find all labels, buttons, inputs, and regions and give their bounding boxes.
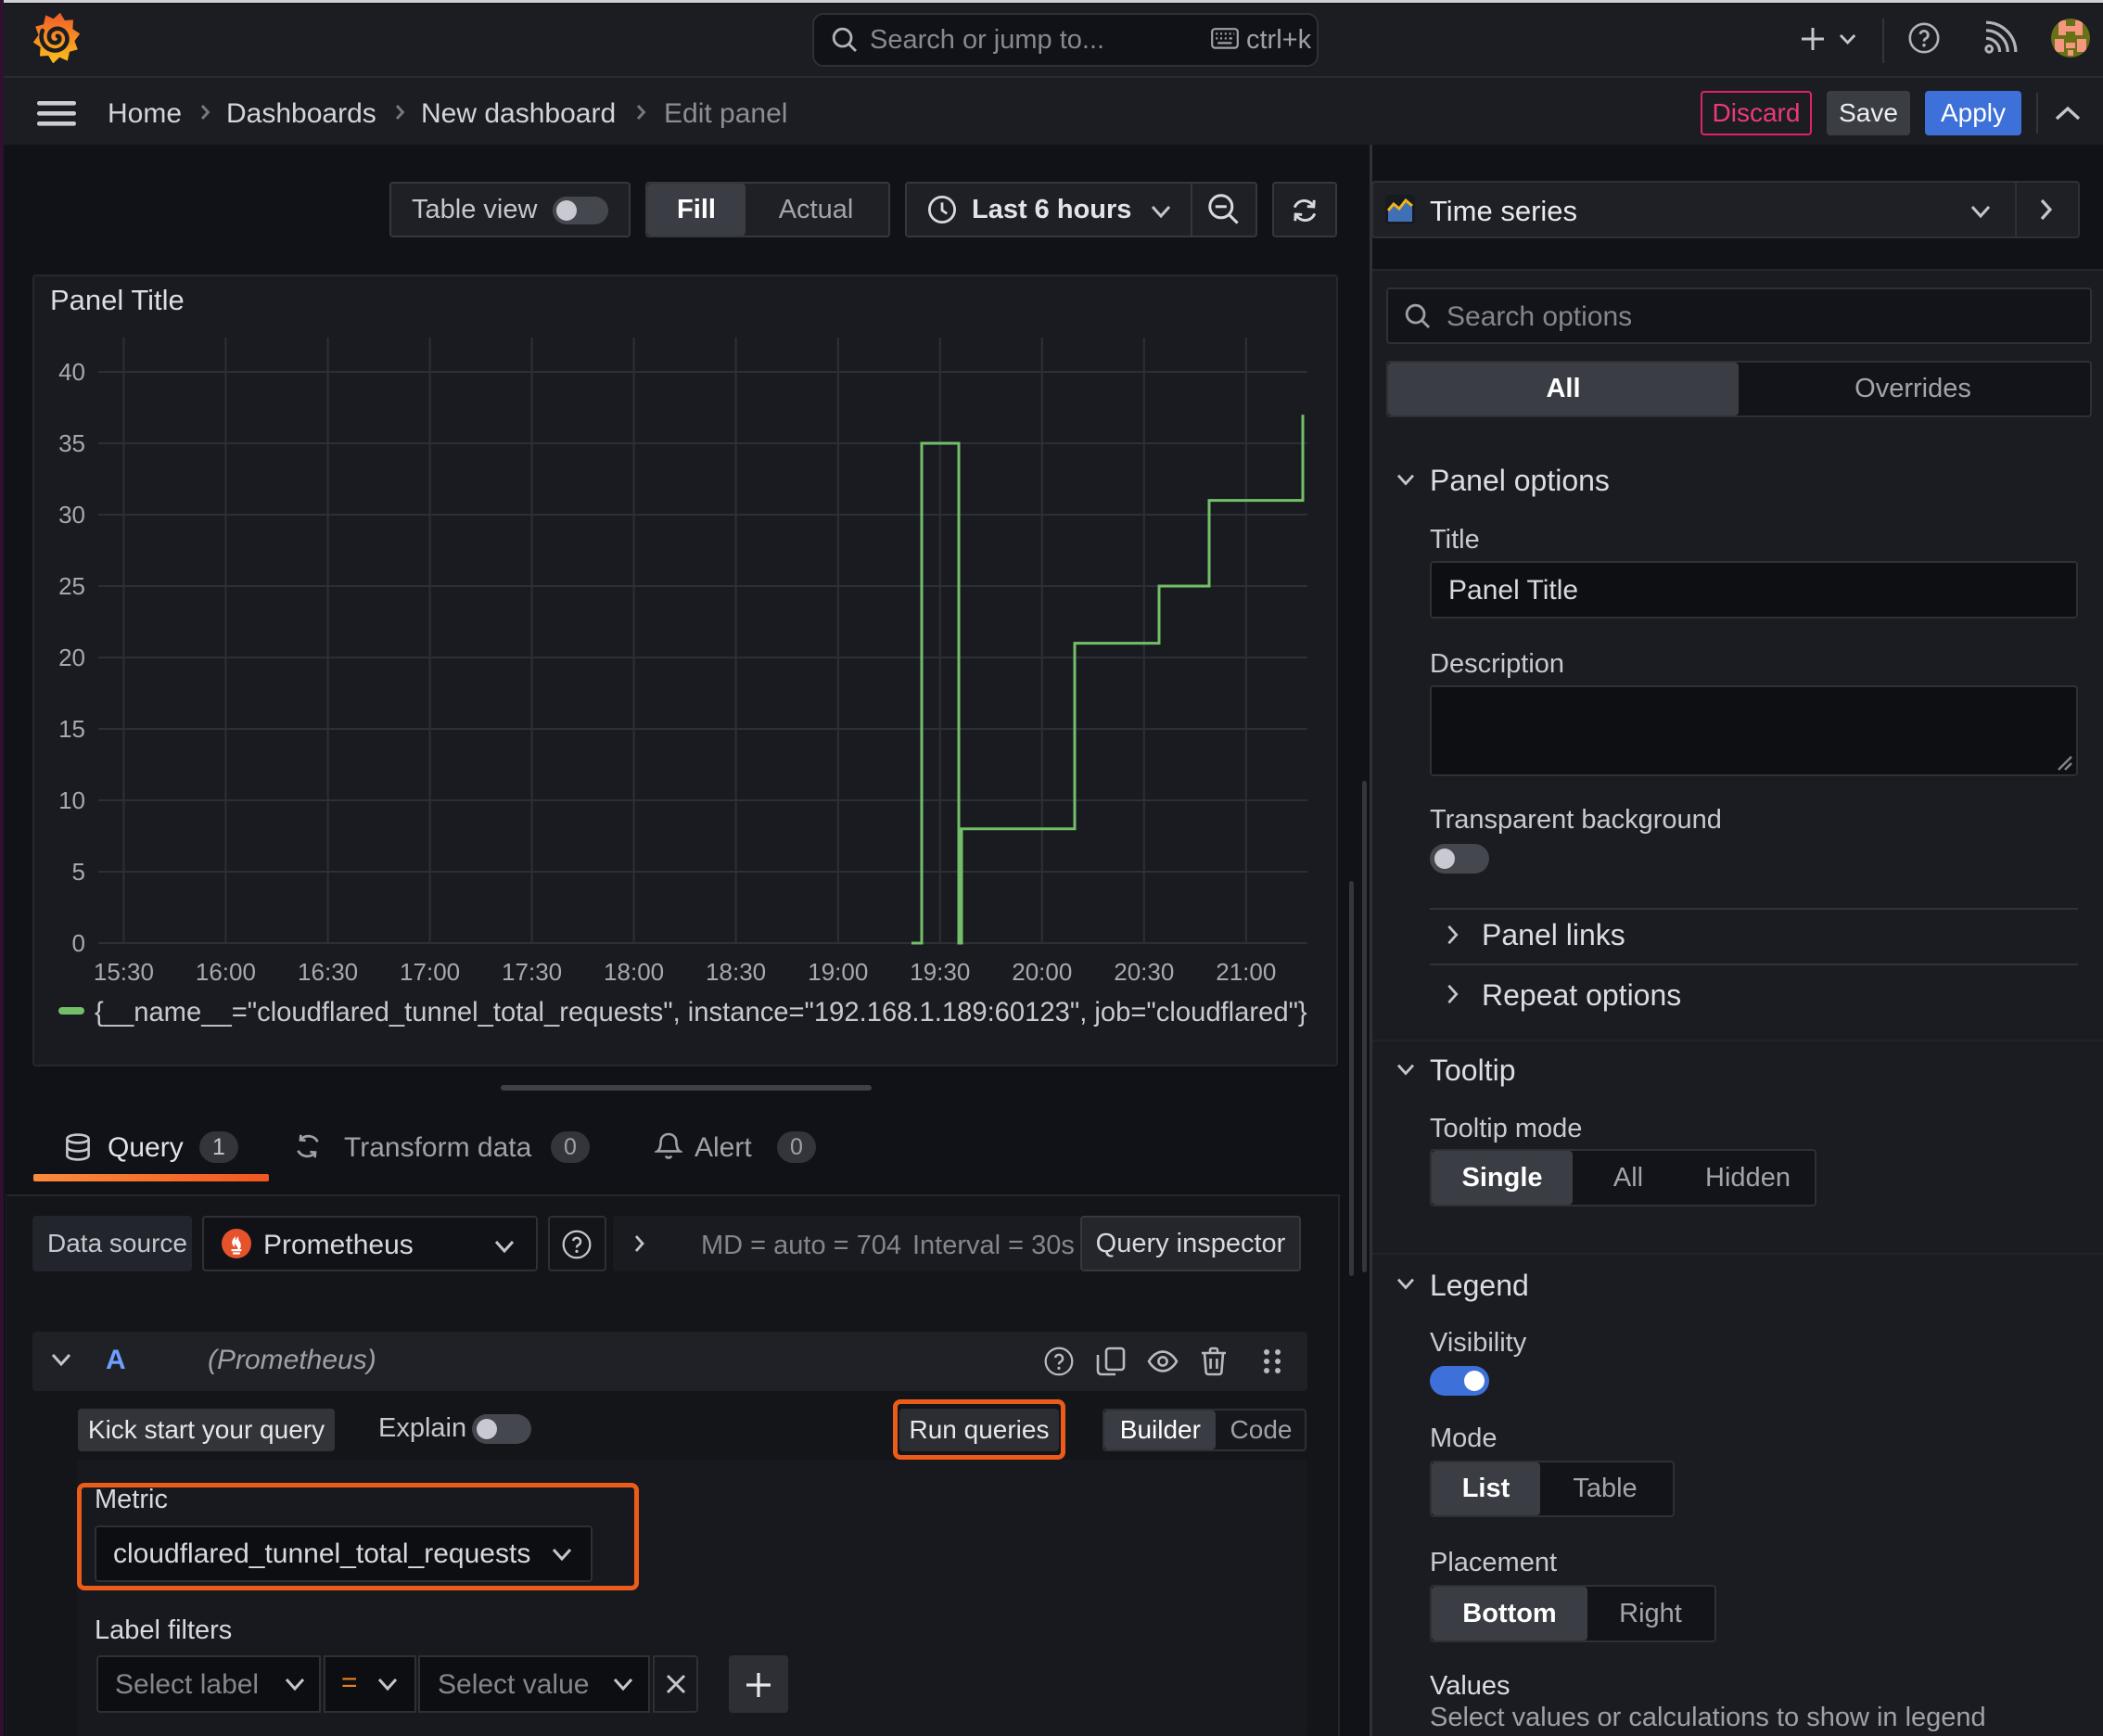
- svg-text:5: 5: [72, 858, 85, 886]
- svg-text:10: 10: [58, 786, 85, 814]
- svg-text:19:00: 19:00: [808, 958, 868, 986]
- svg-text:21:00: 21:00: [1216, 958, 1276, 986]
- svg-text:{__name__="cloudflared_tunnel_: {__name__="cloudflared_tunnel_total_requ…: [95, 998, 1307, 1028]
- svg-text:15: 15: [58, 715, 85, 743]
- svg-text:15:30: 15:30: [94, 958, 154, 986]
- svg-text:18:00: 18:00: [604, 958, 664, 986]
- svg-text:20:30: 20:30: [1114, 958, 1174, 986]
- svg-text:19:30: 19:30: [910, 958, 970, 986]
- svg-text:16:30: 16:30: [298, 958, 358, 986]
- svg-text:35: 35: [58, 429, 85, 457]
- svg-text:20:00: 20:00: [1012, 958, 1072, 986]
- svg-text:0: 0: [72, 929, 85, 957]
- svg-text:18:30: 18:30: [706, 958, 766, 986]
- svg-text:25: 25: [58, 572, 85, 600]
- svg-text:30: 30: [58, 501, 85, 529]
- svg-text:17:30: 17:30: [502, 958, 562, 986]
- svg-text:20: 20: [58, 644, 85, 671]
- svg-text:17:00: 17:00: [400, 958, 460, 986]
- svg-text:16:00: 16:00: [196, 958, 256, 986]
- svg-text:40: 40: [58, 358, 85, 386]
